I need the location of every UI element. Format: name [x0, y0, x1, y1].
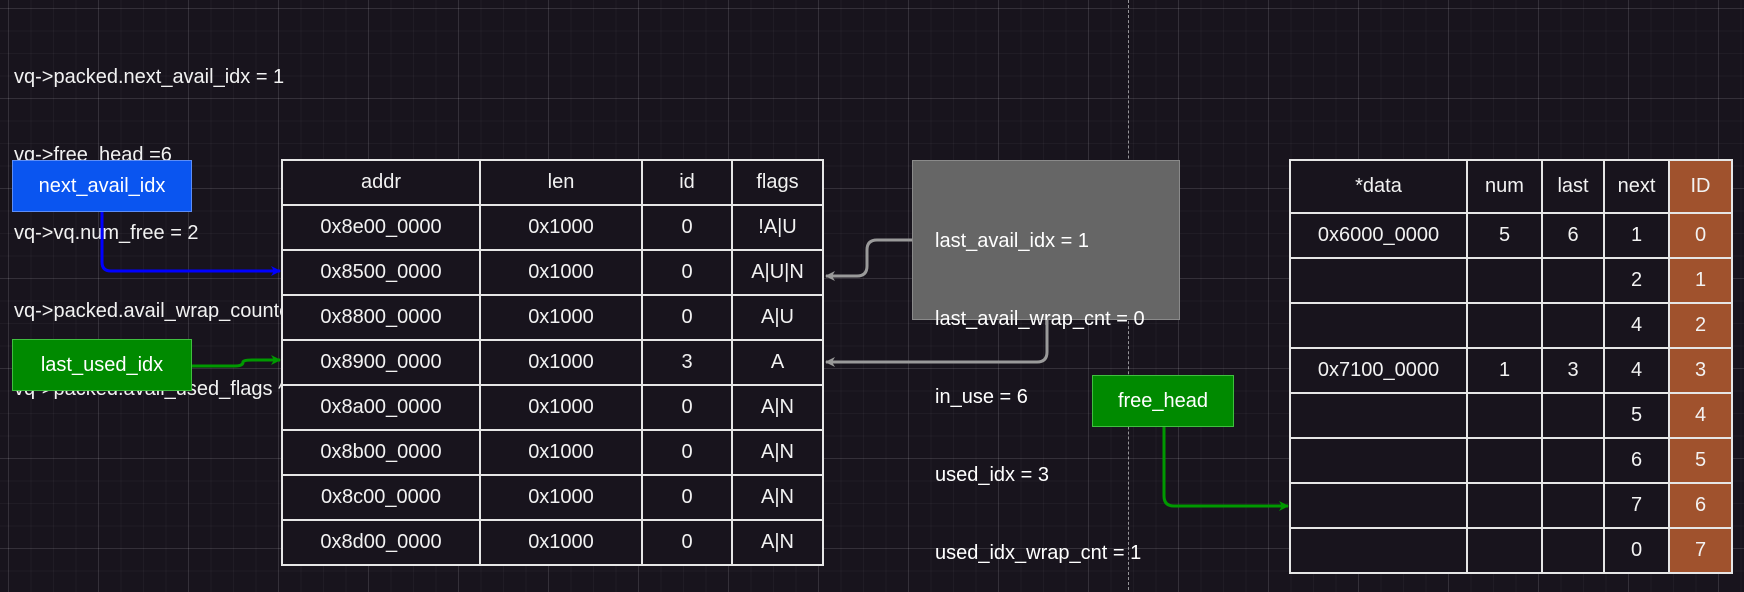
connector-arrows — [100, 212, 1289, 511]
next-avail-idx-arrow — [100, 212, 281, 276]
last-avail-idx-arrow — [825, 238, 912, 281]
free-head-arrow — [1162, 427, 1289, 511]
used-idx-arrow — [825, 320, 1049, 367]
last-used-idx-arrow — [192, 355, 281, 368]
